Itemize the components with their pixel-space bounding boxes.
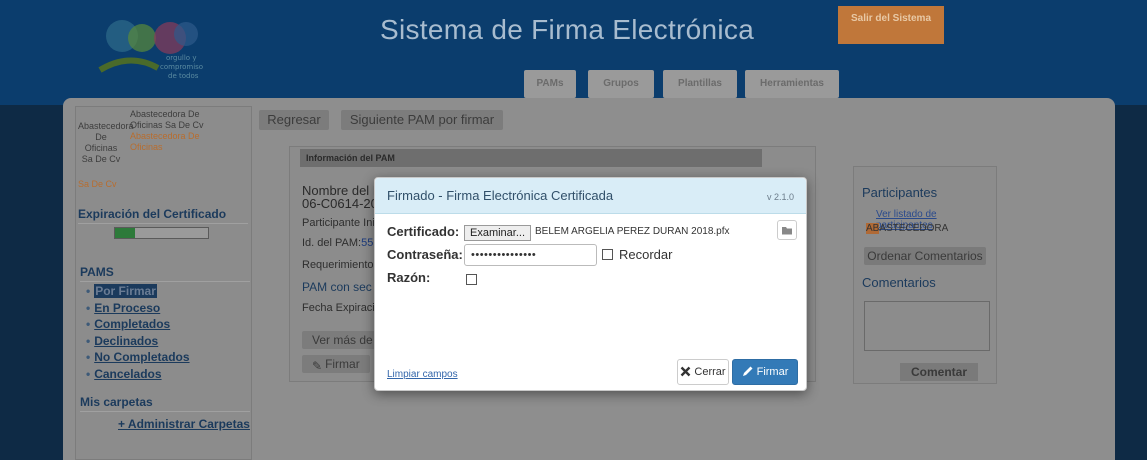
next-pam-button[interactable]: Siguiente PAM por firmar (341, 110, 503, 130)
pams-item-por-firmar[interactable]: • Por Firmar (86, 283, 190, 300)
clear-fields-link[interactable]: Limpiar campos (387, 369, 458, 380)
cert-expiration-bar (114, 227, 209, 239)
association-right-label: Abastecedora De Oficinas Sa De Cv Abaste… (130, 109, 204, 153)
comment-button[interactable]: Comentar (900, 363, 978, 381)
pam-participant: Participante Ini (302, 217, 375, 229)
manage-folders-link[interactable]: + Administrar Carpetas (118, 417, 250, 431)
tab-herramientas[interactable]: Herramientas (745, 70, 839, 98)
association-name: Abastecedora De Oficinas Sa De Cv (130, 109, 204, 130)
pam-info-header: Información del PAM (300, 149, 762, 167)
folder-open-icon (782, 227, 792, 235)
password-input[interactable]: ••••••••••••••• (464, 244, 597, 266)
remember-check-box[interactable] (602, 249, 613, 260)
reason-label: Razón: (387, 270, 431, 285)
pam-requirement: Requerimiento (302, 259, 374, 271)
tab-plantillas[interactable]: Plantillas (663, 70, 737, 98)
pencil-icon: ✎ (312, 359, 323, 373)
pams-title: PAMS (80, 265, 250, 282)
pencil-icon (742, 366, 753, 376)
gto-logo: orgullo y compromiso de todos (98, 20, 203, 80)
certificate-label: Certificado: (387, 224, 460, 239)
back-button[interactable]: Regresar (259, 110, 329, 130)
modal-title: Firmado - Firma Electrónica Certificada (387, 188, 614, 203)
comments-textarea[interactable] (864, 301, 990, 351)
participants-title: Participantes (862, 185, 938, 200)
association-bottom-label: Sa De Cv (78, 179, 117, 189)
reason-checkbox[interactable] (466, 274, 477, 285)
cert-expiration-fill (115, 228, 136, 238)
remember-checkbox[interactable]: Recordar (602, 247, 672, 262)
svg-text:de todos: de todos (168, 72, 199, 80)
password-label: Contraseña: (387, 247, 463, 262)
pams-item-en-proceso[interactable]: • En Proceso (86, 300, 190, 317)
sign-button[interactable]: Firmar (732, 359, 798, 385)
modal-version: v 2.1.0 (766, 192, 794, 202)
close-x-icon (681, 366, 691, 377)
modal-header: Firmado - Firma Electrónica Certificada … (375, 178, 806, 214)
association-left-label: Abastecedora De Oficinas Sa De Cv (78, 121, 134, 164)
participants-panel: Participantes Ver listado de participant… (853, 166, 997, 384)
certificate-file-name: BELEM ARGELIA PEREZ DURAN 2018.pfx (535, 226, 730, 237)
pams-item-cancelados[interactable]: • Cancelados (86, 366, 190, 383)
site-title: Sistema de Firma Electrónica (380, 14, 755, 45)
pam-sign-button[interactable]: ✎ Firmar (302, 355, 370, 373)
pams-list: • Por Firmar • En Proceso • Completados • De… (86, 283, 190, 382)
pams-item-declinados[interactable]: • Declinados (86, 333, 190, 350)
order-comments-button[interactable]: Ordenar Comentarios (864, 247, 986, 265)
association-selector[interactable]: Abastecedora De Oficinas Sa De Cv Abaste… (78, 109, 204, 189)
pam-sequence: PAM con sec (302, 280, 372, 294)
association-name-highlight: Abastecedora De Oficinas (130, 131, 200, 152)
see-more-button[interactable]: Ver más de (302, 331, 383, 349)
cert-expiration-title: Expiración del Certificado (78, 207, 248, 224)
pams-item-no-completados[interactable]: • No Completados (86, 349, 190, 366)
tab-grupos[interactable]: Grupos (588, 70, 654, 98)
participant-name: ABASTECEDORA (866, 223, 949, 234)
pams-item-completados[interactable]: • Completados (86, 316, 190, 333)
browse-button[interactable]: Examinar... (464, 225, 531, 241)
logout-button[interactable]: Salir del Sistema (838, 6, 944, 44)
sidebar: Abastecedora De Oficinas Sa De Cv Abaste… (75, 106, 252, 460)
pam-name-line2: 06-C0614-20 (302, 196, 378, 211)
folder-button[interactable] (777, 220, 797, 240)
app-header: orgullo y compromiso de todos Sistema de… (0, 0, 1147, 105)
folders-title: Mis carpetas (80, 395, 250, 412)
pam-id: Id. del PAM:55 (302, 237, 374, 249)
tab-pams[interactable]: PAMs (524, 70, 576, 98)
comments-title: Comentarios (862, 275, 936, 290)
svg-text:compromiso: compromiso (160, 63, 203, 71)
sign-modal: Firmado - Firma Electrónica Certificada … (374, 177, 807, 391)
close-button[interactable]: Cerrar (677, 359, 729, 385)
svg-text:orgullo y: orgullo y (166, 54, 196, 62)
pam-expiry: Fecha Expiraci (302, 302, 375, 314)
